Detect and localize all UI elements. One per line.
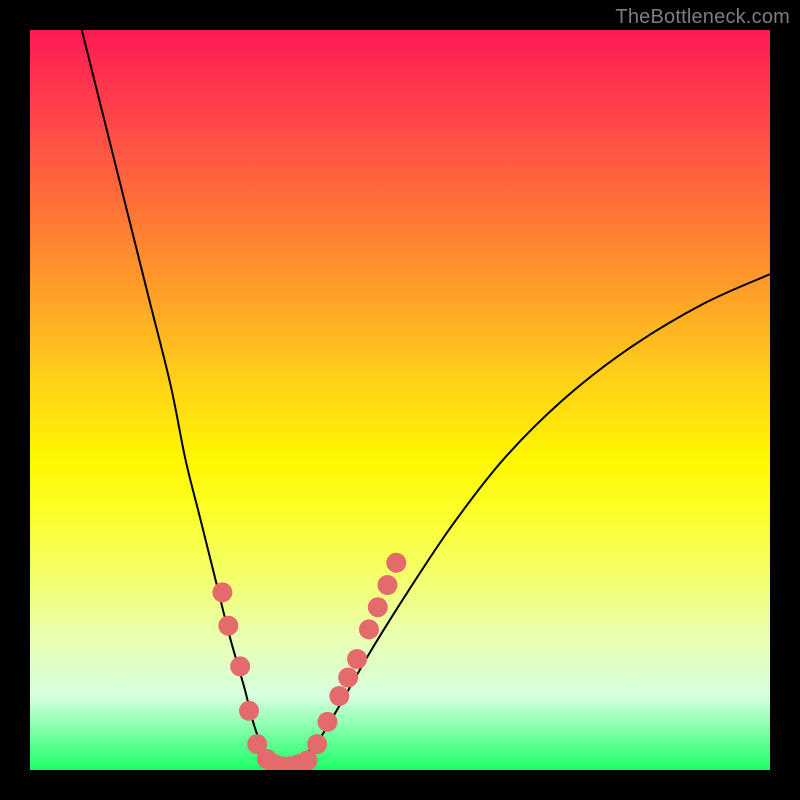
- data-point: [218, 616, 238, 636]
- plot-area: [30, 30, 770, 770]
- data-point: [212, 582, 232, 602]
- data-point: [338, 668, 358, 688]
- data-point: [377, 575, 397, 595]
- chart-frame: TheBottleneck.com: [0, 0, 800, 800]
- curve-layer: [30, 30, 770, 770]
- data-point: [347, 649, 367, 669]
- data-point: [368, 597, 388, 617]
- data-point: [386, 553, 406, 573]
- data-point: [317, 712, 337, 732]
- data-point: [307, 734, 327, 754]
- watermark-text: TheBottleneck.com: [615, 6, 790, 29]
- data-point: [239, 701, 259, 721]
- data-point: [230, 656, 250, 676]
- bottleneck-curve: [82, 30, 770, 770]
- data-point: [359, 619, 379, 639]
- data-point: [329, 686, 349, 706]
